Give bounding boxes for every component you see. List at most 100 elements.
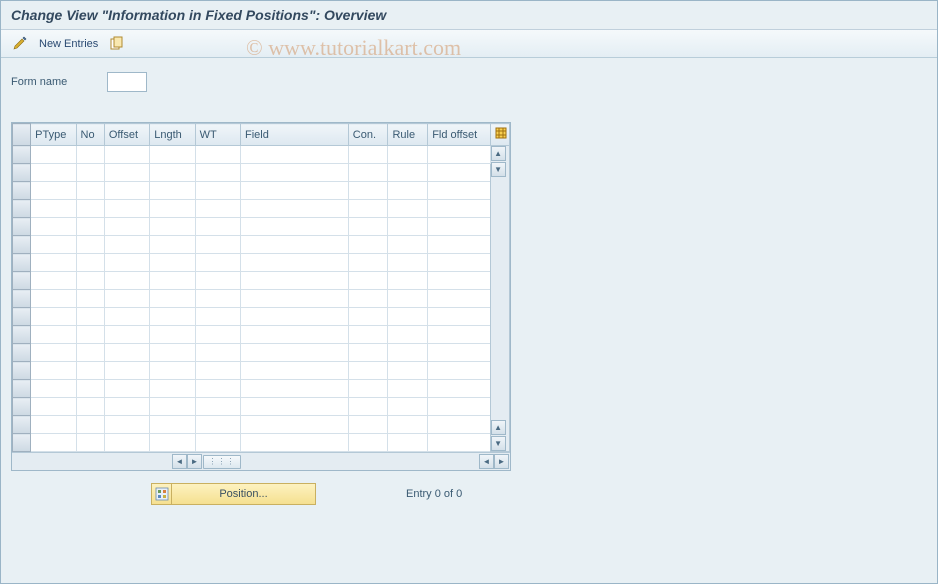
cell-lngth[interactable] — [150, 272, 195, 290]
col-header-offset[interactable]: Offset — [104, 124, 149, 146]
cell-field[interactable] — [241, 200, 349, 218]
cell-no[interactable] — [76, 308, 104, 326]
cell-lngth[interactable] — [150, 344, 195, 362]
col-header-con[interactable]: Con. — [348, 124, 388, 146]
cell-fldoffset[interactable] — [428, 146, 490, 164]
cell-rule[interactable] — [388, 200, 428, 218]
cell-offset[interactable] — [104, 200, 149, 218]
cell-field[interactable] — [241, 254, 349, 272]
cell-no[interactable] — [76, 344, 104, 362]
cell-rule[interactable] — [388, 380, 428, 398]
cell-lngth[interactable] — [150, 290, 195, 308]
col-header-field[interactable]: Field — [241, 124, 349, 146]
cell-no[interactable] — [76, 326, 104, 344]
cell-wt[interactable] — [195, 362, 240, 380]
cell-fldoffset[interactable] — [428, 434, 490, 452]
cell-field[interactable] — [241, 290, 349, 308]
cell-con[interactable] — [348, 434, 388, 452]
position-button[interactable]: Position... — [151, 483, 316, 505]
cell-rule[interactable] — [388, 416, 428, 434]
cell-field[interactable] — [241, 182, 349, 200]
col-header-wt[interactable]: WT — [195, 124, 240, 146]
cell-rule[interactable] — [388, 398, 428, 416]
cell-offset[interactable] — [104, 236, 149, 254]
cell-fldoffset[interactable] — [428, 164, 490, 182]
col-header-fldoffset[interactable]: Fld offset — [428, 124, 490, 146]
row-selector[interactable] — [13, 362, 31, 380]
cell-lngth[interactable] — [150, 416, 195, 434]
cell-field[interactable] — [241, 308, 349, 326]
cell-offset[interactable] — [104, 218, 149, 236]
cell-fldoffset[interactable] — [428, 182, 490, 200]
cell-wt[interactable] — [195, 398, 240, 416]
cell-wt[interactable] — [195, 308, 240, 326]
cell-rule[interactable] — [388, 254, 428, 272]
copy-as-icon[interactable] — [108, 35, 126, 53]
row-selector[interactable] — [13, 308, 31, 326]
cell-wt[interactable] — [195, 254, 240, 272]
cell-ptype[interactable] — [31, 236, 76, 254]
vscroll-down-icon[interactable]: ▼ — [491, 162, 506, 177]
cell-no[interactable] — [76, 272, 104, 290]
cell-lngth[interactable] — [150, 398, 195, 416]
cell-wt[interactable] — [195, 146, 240, 164]
cell-wt[interactable] — [195, 218, 240, 236]
cell-lngth[interactable] — [150, 200, 195, 218]
cell-ptype[interactable] — [31, 254, 76, 272]
cell-field[interactable] — [241, 164, 349, 182]
cell-offset[interactable] — [104, 398, 149, 416]
cell-fldoffset[interactable] — [428, 290, 490, 308]
cell-offset[interactable] — [104, 146, 149, 164]
cell-field[interactable] — [241, 236, 349, 254]
cell-field[interactable] — [241, 272, 349, 290]
cell-con[interactable] — [348, 362, 388, 380]
cell-field[interactable] — [241, 218, 349, 236]
cell-ptype[interactable] — [31, 146, 76, 164]
row-selector[interactable] — [13, 272, 31, 290]
cell-fldoffset[interactable] — [428, 344, 490, 362]
row-selector[interactable] — [13, 434, 31, 452]
cell-rule[interactable] — [388, 164, 428, 182]
cell-field[interactable] — [241, 416, 349, 434]
cell-con[interactable] — [348, 200, 388, 218]
cell-lngth[interactable] — [150, 146, 195, 164]
cell-ptype[interactable] — [31, 362, 76, 380]
cell-con[interactable] — [348, 326, 388, 344]
cell-wt[interactable] — [195, 326, 240, 344]
row-selector[interactable] — [13, 326, 31, 344]
cell-wt[interactable] — [195, 344, 240, 362]
cell-rule[interactable] — [388, 236, 428, 254]
cell-lngth[interactable] — [150, 434, 195, 452]
cell-field[interactable] — [241, 146, 349, 164]
row-selector[interactable] — [13, 254, 31, 272]
cell-no[interactable] — [76, 398, 104, 416]
hscroll-right-icon[interactable]: ► — [187, 454, 202, 469]
cell-rule[interactable] — [388, 182, 428, 200]
row-selector[interactable] — [13, 398, 31, 416]
cell-wt[interactable] — [195, 272, 240, 290]
cell-rule[interactable] — [388, 290, 428, 308]
col-header-no[interactable]: No — [76, 124, 104, 146]
cell-ptype[interactable] — [31, 416, 76, 434]
cell-ptype[interactable] — [31, 398, 76, 416]
cell-no[interactable] — [76, 164, 104, 182]
col-header-rule[interactable]: Rule — [388, 124, 428, 146]
cell-con[interactable] — [348, 308, 388, 326]
cell-offset[interactable] — [104, 362, 149, 380]
cell-no[interactable] — [76, 416, 104, 434]
cell-field[interactable] — [241, 362, 349, 380]
cell-rule[interactable] — [388, 308, 428, 326]
cell-ptype[interactable] — [31, 290, 76, 308]
cell-offset[interactable] — [104, 164, 149, 182]
cell-no[interactable] — [76, 218, 104, 236]
cell-field[interactable] — [241, 380, 349, 398]
vscroll-up-icon[interactable]: ▲ — [491, 146, 506, 161]
cell-ptype[interactable] — [31, 308, 76, 326]
row-selector[interactable] — [13, 290, 31, 308]
cell-con[interactable] — [348, 398, 388, 416]
vscroll-up2-icon[interactable]: ▲ — [491, 420, 506, 435]
cell-field[interactable] — [241, 434, 349, 452]
col-header-lngth[interactable]: Lngth — [150, 124, 195, 146]
cell-ptype[interactable] — [31, 182, 76, 200]
cell-wt[interactable] — [195, 380, 240, 398]
